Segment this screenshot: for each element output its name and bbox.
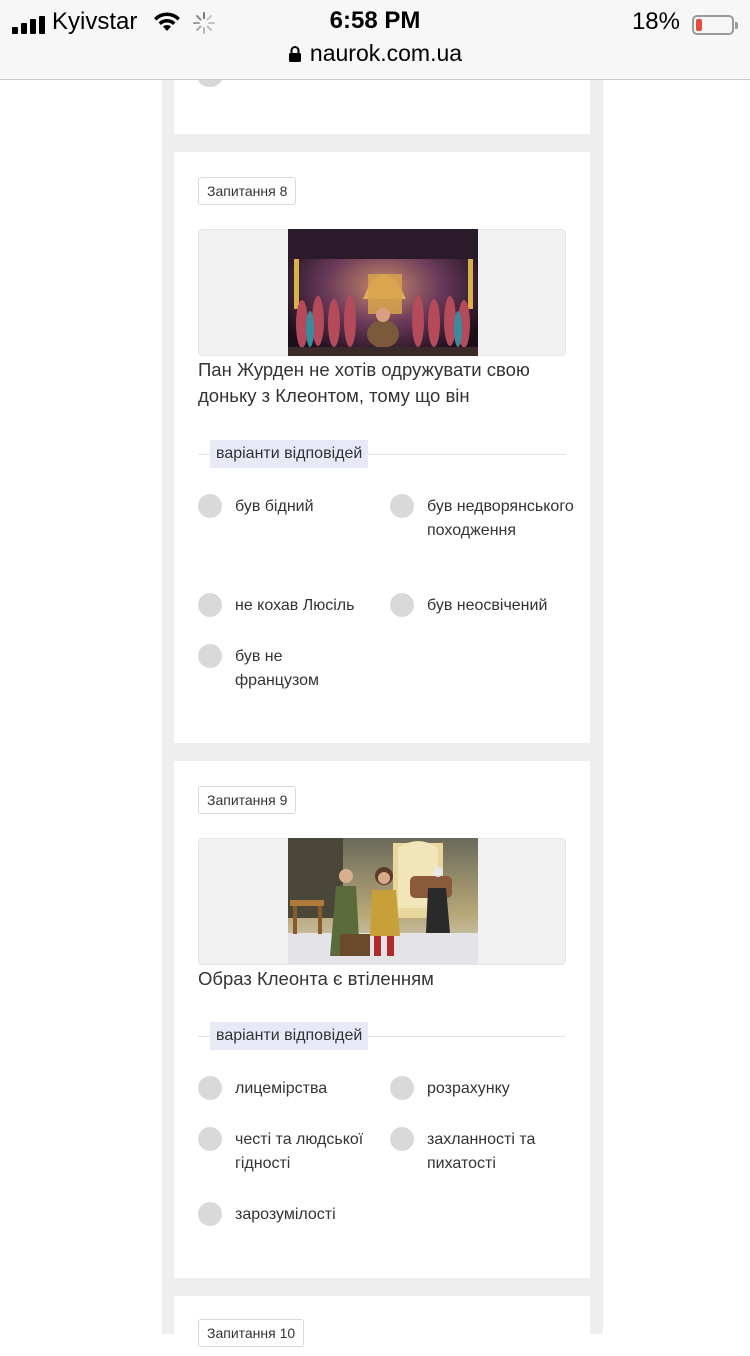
radio-button[interactable]	[390, 593, 414, 617]
previous-question-card	[174, 69, 590, 134]
radio-button[interactable]	[198, 1076, 222, 1100]
answer-option-text: був неосвічений	[427, 597, 548, 614]
variants-label: варіанти відповідей	[210, 1022, 369, 1050]
question-image-frame	[198, 838, 566, 965]
answer-option-text: лицемірства	[235, 1080, 328, 1097]
question-card: Запитання 9 Образ Клеонта є втіленням ва…	[174, 761, 590, 1278]
answer-option-text: розрахунку	[427, 1080, 510, 1097]
question-card: Запитання 10	[174, 1296, 590, 1356]
answer-option-text: був недворянського походження	[427, 498, 574, 539]
question-text: Образ Клеонта є втіленням	[198, 968, 434, 989]
radio-button[interactable]	[198, 1127, 222, 1151]
answer-variants-header: варіанти відповідей	[198, 1022, 566, 1050]
variants-label: варіанти відповідей	[210, 440, 369, 468]
quiz-column: Запитання 8 Пан Журден не хотів одружува…	[162, 69, 603, 1356]
status-bar: Kyivstar 6:58 PM 18%	[0, 5, 750, 37]
answer-option-text: був бідний	[235, 498, 314, 515]
answer-option-text: честі та людської гідності	[235, 1131, 364, 1172]
question-image-frame	[198, 229, 566, 356]
radio-button[interactable]	[390, 1127, 414, 1151]
theater-stage-photo	[288, 838, 478, 965]
question-card: Запитання 8 Пан Журден не хотів одружува…	[174, 152, 590, 743]
battery-percentage: 18%	[631, 8, 680, 35]
radio-button[interactable]	[390, 1076, 414, 1100]
radio-button[interactable]	[198, 593, 222, 617]
answer-option-text: захланності та пихатості	[427, 1131, 536, 1172]
answer-option-text: не кохав Люсіль	[235, 597, 355, 614]
answer-option-text: зарозумілості	[235, 1206, 336, 1223]
radio-button[interactable]	[390, 494, 414, 518]
url-domain: naurok.com.ua	[309, 40, 463, 66]
question-number-badge: Запитання 10	[198, 1319, 305, 1347]
question-number-badge: Запитання 9	[198, 786, 297, 814]
radio-button[interactable]	[198, 494, 222, 518]
lock-icon	[288, 46, 301, 62]
radio-button[interactable]	[198, 644, 222, 668]
answer-variants-header: варіанти відповідей	[198, 440, 566, 468]
answer-option-text: був не французом	[235, 648, 320, 689]
radio-button[interactable]	[198, 1202, 222, 1226]
question-text: Пан Журден не хотів одружувати свою донь…	[198, 359, 530, 406]
battery-level-fill	[696, 19, 702, 31]
theater-stage-photo	[288, 229, 478, 356]
question-number-badge: Запитання 8	[198, 177, 297, 205]
battery-icon	[692, 15, 738, 35]
address-bar[interactable]: naurok.com.ua	[0, 40, 750, 67]
browser-top-bar: Kyivstar 6:58 PM 18% naurok.com.ua	[0, 0, 750, 80]
